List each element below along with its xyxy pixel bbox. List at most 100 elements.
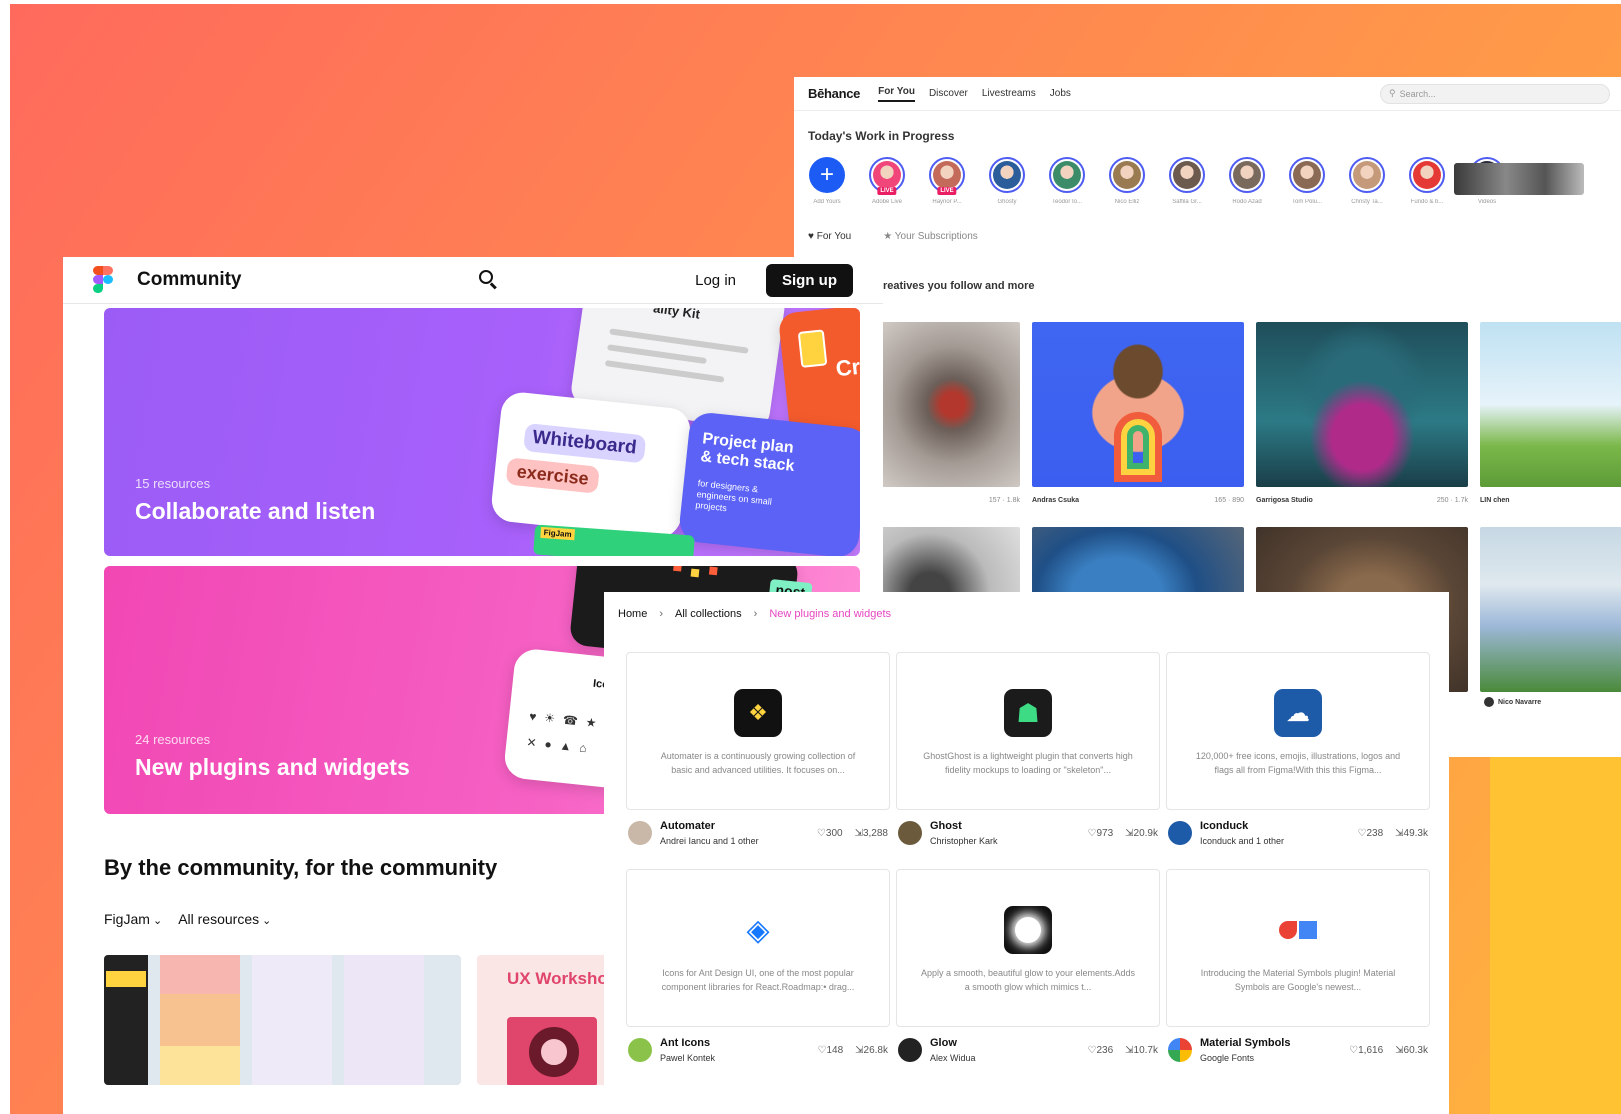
- plugin-preview[interactable]: Apply a smooth, beautiful glow to your e…: [896, 869, 1160, 1027]
- plugin-card[interactable]: ❖ Automater is a continuously growing co…: [626, 652, 890, 856]
- plugin-description: Introducing the Material Symbols plugin!…: [1200, 968, 1396, 992]
- story-avatar[interactable]: Tom Polu...: [1288, 157, 1326, 205]
- like-count[interactable]: 1,616: [1349, 1045, 1383, 1056]
- banner-title[interactable]: New plugins and widgets: [135, 754, 410, 781]
- behance-logo[interactable]: Bēhance: [808, 86, 860, 101]
- login-link[interactable]: Log in: [695, 272, 736, 289]
- collection-banner-collaborate[interactable]: ality Kit Cro Whiteboard exercise Projec…: [104, 308, 860, 556]
- plugin-name[interactable]: Ghost: [930, 820, 998, 832]
- project-thumbnail[interactable]: [1256, 322, 1468, 487]
- story-avatar[interactable]: Ghosty: [988, 157, 1026, 205]
- story-avatar[interactable]: Fundo & b...: [1408, 157, 1446, 205]
- figma-logo-icon[interactable]: [93, 266, 113, 294]
- project-card[interactable]: LIN chen: [1480, 322, 1621, 513]
- signup-button[interactable]: Sign up: [766, 263, 853, 297]
- story-avatar[interactable]: LIVE Adobe Live: [868, 157, 906, 205]
- avatar[interactable]: [898, 821, 922, 845]
- story-caption: Christy Ta...: [1351, 199, 1383, 205]
- story-avatar[interactable]: LIVE Haynor P...: [928, 157, 966, 205]
- project-meta: LIN chen: [1480, 487, 1621, 513]
- plugin-card[interactable]: ☗ GhostGhost is a lightweight plugin tha…: [896, 652, 1160, 856]
- live-badge: LIVE: [877, 187, 897, 195]
- project-author[interactable]: LIN chen: [1480, 497, 1510, 504]
- plugin-name[interactable]: Automater: [660, 820, 759, 832]
- plugin-author[interactable]: Iconduck and 1 other: [1200, 836, 1284, 846]
- filter-resources-dropdown[interactable]: All resources: [178, 911, 271, 927]
- avatar[interactable]: [1168, 1038, 1192, 1062]
- like-count[interactable]: 148: [817, 1045, 843, 1056]
- project-author-bottom[interactable]: Nico Navarre: [1484, 697, 1541, 707]
- add-story-button[interactable]: + Add Yours: [808, 157, 846, 205]
- plugin-author[interactable]: Christopher Kark: [930, 836, 998, 846]
- project-author[interactable]: Garrigosa Studio: [1256, 497, 1313, 504]
- like-count[interactable]: 973: [1087, 828, 1113, 839]
- filter-subscriptions[interactable]: ★ Your Subscriptions: [883, 231, 978, 242]
- project-card[interactable]: Andras Csuka 165 · 890: [1032, 322, 1244, 513]
- project-author[interactable]: Andras Csuka: [1032, 497, 1079, 504]
- plugin-footer: Glow Alex Widua 236 10.7k: [896, 1027, 1160, 1073]
- breadcrumb-home[interactable]: Home: [618, 608, 647, 620]
- plugin-stats: 148 26.8k: [817, 1045, 888, 1056]
- project-card[interactable]: 157 · 1.8k: [870, 322, 1020, 513]
- plugin-name[interactable]: Iconduck: [1200, 820, 1284, 832]
- plugin-name[interactable]: Material Symbols: [1200, 1037, 1290, 1049]
- plugin-author[interactable]: Alex Widua: [930, 1053, 976, 1063]
- breadcrumb-collections[interactable]: All collections: [675, 608, 742, 620]
- plugin-name[interactable]: Ant Icons: [660, 1037, 715, 1049]
- project-thumbnail[interactable]: [1032, 322, 1244, 487]
- filter-figjam-dropdown[interactable]: FigJam: [104, 911, 162, 927]
- plugin-author[interactable]: Google Fonts: [1200, 1053, 1290, 1063]
- like-count[interactable]: 238: [1357, 828, 1383, 839]
- search-icon[interactable]: [479, 270, 499, 290]
- plugin-preview[interactable]: Introducing the Material Symbols plugin!…: [1166, 869, 1430, 1027]
- plugin-stats: 238 49.3k: [1357, 828, 1428, 839]
- like-count[interactable]: 300: [817, 828, 843, 839]
- plugin-names: Iconduck Iconduck and 1 other: [1200, 820, 1284, 846]
- plugin-author[interactable]: Andrei Iancu and 1 other: [660, 836, 759, 846]
- banner-resource-count: 24 resources: [135, 732, 211, 747]
- plugin-icon: ❖: [734, 689, 782, 737]
- search-placeholder: Search...: [1399, 88, 1436, 99]
- plugin-preview[interactable]: ◈ Icons for Ant Design UI, one of the mo…: [626, 869, 890, 1027]
- banner-title[interactable]: Collaborate and listen: [135, 498, 375, 525]
- project-card[interactable]: Garrigosa Studio 250 · 1.7k: [1256, 322, 1468, 513]
- plugin-preview[interactable]: ☁ 120,000+ free icons, emojis, illustrat…: [1166, 652, 1430, 810]
- tab-discover[interactable]: Discover: [929, 88, 968, 99]
- avatar[interactable]: [898, 1038, 922, 1062]
- avatar[interactable]: [1168, 821, 1192, 845]
- behance-search-input[interactable]: ⚲ Search...: [1380, 83, 1610, 104]
- avatar[interactable]: [628, 821, 652, 845]
- like-count[interactable]: 236: [1087, 1045, 1113, 1056]
- story-preview-strip[interactable]: [1454, 163, 1584, 195]
- plugin-card[interactable]: ◈ Icons for Ant Design UI, one of the mo…: [626, 869, 890, 1073]
- plugin-preview[interactable]: ❖ Automater is a continuously growing co…: [626, 652, 890, 810]
- story-avatar[interactable]: Christy Ta...: [1348, 157, 1386, 205]
- exercise-sticker: exercise: [505, 457, 600, 494]
- plugin-card[interactable]: ☁ 120,000+ free icons, emojis, illustrat…: [1166, 652, 1430, 856]
- story-avatar[interactable]: Rodo Azad: [1228, 157, 1266, 205]
- filter-for-you[interactable]: ♥ For You: [808, 231, 851, 242]
- avatar: [1289, 157, 1325, 193]
- story-avatar[interactable]: Saffila Gr...: [1168, 157, 1206, 205]
- usage-count: 3,288: [855, 828, 888, 839]
- plugin-preview[interactable]: ☗ GhostGhost is a lightweight plugin tha…: [896, 652, 1160, 810]
- plugin-author[interactable]: Pawel Kontek: [660, 1053, 715, 1063]
- plugin-card[interactable]: Introducing the Material Symbols plugin!…: [1166, 869, 1430, 1073]
- story-avatar[interactable]: Nico Elliz: [1108, 157, 1146, 205]
- tab-livestreams[interactable]: Livestreams: [982, 88, 1036, 99]
- plugin-card[interactable]: Apply a smooth, beautiful glow to your e…: [896, 869, 1160, 1073]
- tab-jobs[interactable]: Jobs: [1050, 88, 1071, 99]
- rainbow-graphic: [1114, 412, 1162, 482]
- plugin-stats: 236 10.7k: [1087, 1045, 1158, 1056]
- avatar[interactable]: [628, 1038, 652, 1062]
- plugin-description: Automater is a continuously growing coll…: [660, 751, 856, 775]
- story-avatar[interactable]: Teodor Io...: [1048, 157, 1086, 205]
- project-thumbnail[interactable]: [1480, 527, 1621, 692]
- page-title[interactable]: Community: [137, 269, 242, 291]
- tab-for-you[interactable]: For You: [878, 86, 915, 102]
- project-thumbnail[interactable]: [870, 322, 1020, 487]
- story-caption: Nico Elliz: [1114, 199, 1140, 205]
- resource-thumbnail[interactable]: [104, 955, 461, 1085]
- project-thumbnail[interactable]: [1480, 322, 1621, 487]
- plugin-name[interactable]: Glow: [930, 1037, 976, 1049]
